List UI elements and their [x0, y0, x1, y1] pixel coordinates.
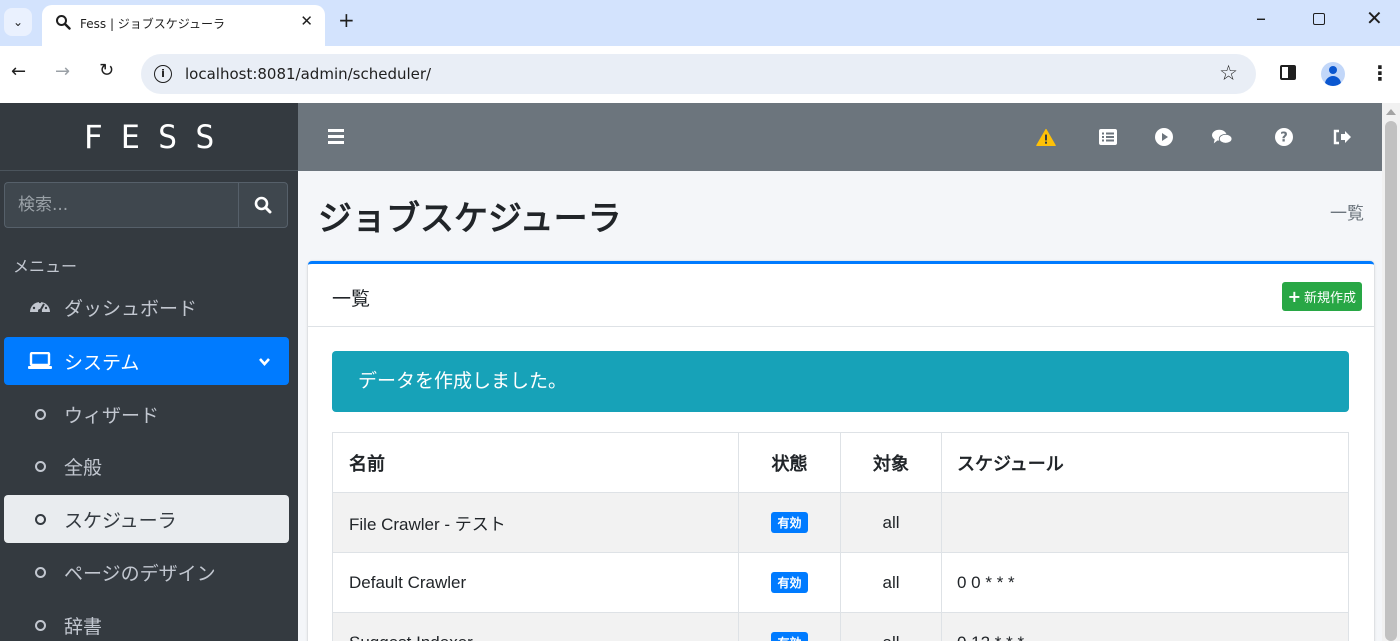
card-header: 一覧 + 新規作成: [308, 264, 1374, 327]
create-new-label: 新規作成: [1303, 291, 1356, 306]
search-input[interactable]: [4, 182, 238, 228]
forward-arrow-icon[interactable]: →: [55, 61, 70, 82]
tab-search-menu-button[interactable]: ⌄: [4, 8, 32, 36]
status-badge: 有効: [771, 512, 808, 533]
column-header-target[interactable]: 対象: [840, 432, 942, 493]
cell-schedule[interactable]: 0 0 * * *: [941, 552, 1349, 613]
browser-tab-bar: ⌄ Fess | ジョブスケジューラ ✕ + – ✕: [0, 0, 1400, 46]
bookmark-star-icon[interactable]: ☆: [1219, 61, 1238, 85]
table-row[interactable]: File Crawler - テスト 有効 all: [332, 492, 1349, 553]
dashboard-gauge-icon: [22, 297, 58, 317]
menu-header: メニュー: [13, 257, 78, 276]
page-title: ジョブスケジューラ: [318, 199, 622, 239]
sidebar-item-general[interactable]: 全般: [4, 442, 289, 490]
status-badge: 有効: [771, 572, 808, 593]
cell-target[interactable]: all: [840, 552, 942, 613]
sidebar-item-dictionary[interactable]: 辞書: [4, 601, 289, 641]
cell-schedule[interactable]: 0 12 * * *: [941, 612, 1349, 641]
play-icon[interactable]: [1154, 127, 1174, 147]
list-card: 一覧 + 新規作成 データを作成しました。 名前 状態 対象 スケジュール Fi…: [308, 261, 1374, 641]
sidebar-item-label: 全般: [64, 456, 103, 479]
kebab-menu-icon[interactable]: ⋮: [1370, 61, 1390, 85]
tab-search-icon: [56, 15, 71, 30]
side-panel-icon[interactable]: [1280, 65, 1296, 80]
comments-icon[interactable]: [1212, 127, 1232, 147]
sidebar-item-system[interactable]: システム: [4, 337, 289, 385]
circle-icon: [34, 566, 46, 578]
sidebar-item-label: ウィザード: [64, 404, 160, 427]
column-header-schedule[interactable]: スケジュール: [941, 432, 1349, 493]
cell-target[interactable]: all: [840, 492, 942, 553]
column-header-state[interactable]: 状態: [738, 432, 841, 493]
sidebar-item-dashboard[interactable]: ダッシュボード: [4, 283, 289, 331]
card-title: 一覧: [332, 288, 371, 310]
browser-toolbar: ← → ↻ i localhost:8081/admin/scheduler/ …: [0, 46, 1400, 103]
search-icon: [254, 196, 272, 214]
create-new-button[interactable]: + 新規作成: [1281, 282, 1362, 311]
address-bar[interactable]: i localhost:8081/admin/scheduler/ ☆: [141, 54, 1256, 94]
sidebar: FESS メニュー ダッシュボード システム: [0, 103, 298, 641]
cell-name[interactable]: Suggest Indexer: [332, 612, 739, 641]
cell-target[interactable]: all: [840, 612, 942, 641]
svg-text:?: ?: [1280, 131, 1288, 146]
close-icon[interactable]: ✕: [300, 12, 313, 30]
url-text[interactable]: localhost:8081/admin/scheduler/: [185, 65, 431, 83]
window-close-icon[interactable]: ✕: [1366, 6, 1383, 30]
reload-icon[interactable]: ↻: [99, 60, 114, 81]
tab-title: Fess | ジョブスケジューラ: [80, 17, 225, 31]
table-header-row: 名前 状態 対象 スケジュール: [332, 432, 1349, 493]
scheduler-table: 名前 状態 対象 スケジュール File Crawler - テスト 有効 al…: [332, 432, 1349, 641]
cell-name[interactable]: File Crawler - テスト: [332, 492, 739, 553]
top-navbar: ?: [298, 103, 1382, 171]
circle-icon: [34, 408, 46, 420]
chevron-down-icon: [258, 351, 271, 373]
table-row[interactable]: Suggest Indexer 有効 all 0 12 * * *: [332, 612, 1349, 641]
hamburger-icon[interactable]: [328, 129, 344, 144]
brand-logo[interactable]: FESS: [0, 103, 298, 171]
cell-state[interactable]: 有効: [738, 492, 841, 553]
page-scrollbar[interactable]: [1382, 103, 1400, 641]
plus-icon: +: [1287, 287, 1301, 306]
minimize-icon[interactable]: –: [1256, 6, 1266, 30]
profile-icon[interactable]: [1321, 62, 1345, 86]
sidebar-search: [4, 182, 288, 228]
back-arrow-icon[interactable]: ←: [11, 61, 26, 82]
site-info-icon[interactable]: i: [154, 65, 172, 83]
sidebar-item-wizard[interactable]: ウィザード: [4, 390, 289, 438]
circle-icon: [34, 460, 46, 472]
main-content: ジョブスケジューラ 一覧 一覧 + 新規作成 データを作成しました。 名前 状態…: [298, 171, 1382, 641]
scroll-up-arrow-icon[interactable]: [1386, 109, 1396, 115]
circle-icon: [34, 619, 46, 631]
cell-schedule[interactable]: [941, 492, 1349, 553]
new-tab-icon[interactable]: +: [338, 8, 355, 32]
sidebar-item-page-design[interactable]: ページのデザイン: [4, 548, 289, 596]
cell-state[interactable]: 有効: [738, 552, 841, 613]
chevron-down-icon: ⌄: [12, 15, 24, 29]
laptop-icon: [22, 352, 58, 370]
breadcrumb[interactable]: 一覧: [1330, 199, 1364, 224]
maximize-icon[interactable]: [1313, 13, 1325, 25]
search-button[interactable]: [238, 182, 288, 228]
list-icon[interactable]: [1098, 127, 1118, 147]
column-header-name[interactable]: 名前: [332, 432, 739, 493]
logout-icon[interactable]: [1332, 127, 1352, 147]
cell-state[interactable]: 有効: [738, 612, 841, 641]
sidebar-item-label: 辞書: [64, 615, 103, 638]
sidebar-item-label: ページのデザイン: [64, 562, 216, 585]
success-alert: データを作成しました。: [332, 351, 1349, 412]
table-row[interactable]: Default Crawler 有効 all 0 0 * * *: [332, 552, 1349, 613]
sidebar-item-scheduler[interactable]: スケジューラ: [4, 495, 289, 543]
status-badge: 有効: [771, 632, 808, 641]
question-icon[interactable]: ?: [1274, 127, 1294, 147]
scrollbar-thumb[interactable]: [1385, 121, 1397, 641]
sidebar-item-label: システム: [64, 351, 140, 374]
cell-name[interactable]: Default Crawler: [332, 552, 739, 613]
circle-icon: [34, 513, 46, 525]
sidebar-item-label: ダッシュボード: [64, 297, 198, 320]
browser-tab[interactable]: Fess | ジョブスケジューラ ✕: [42, 5, 325, 46]
sidebar-item-label: スケジューラ: [64, 509, 177, 532]
warning-icon[interactable]: [1036, 127, 1056, 147]
